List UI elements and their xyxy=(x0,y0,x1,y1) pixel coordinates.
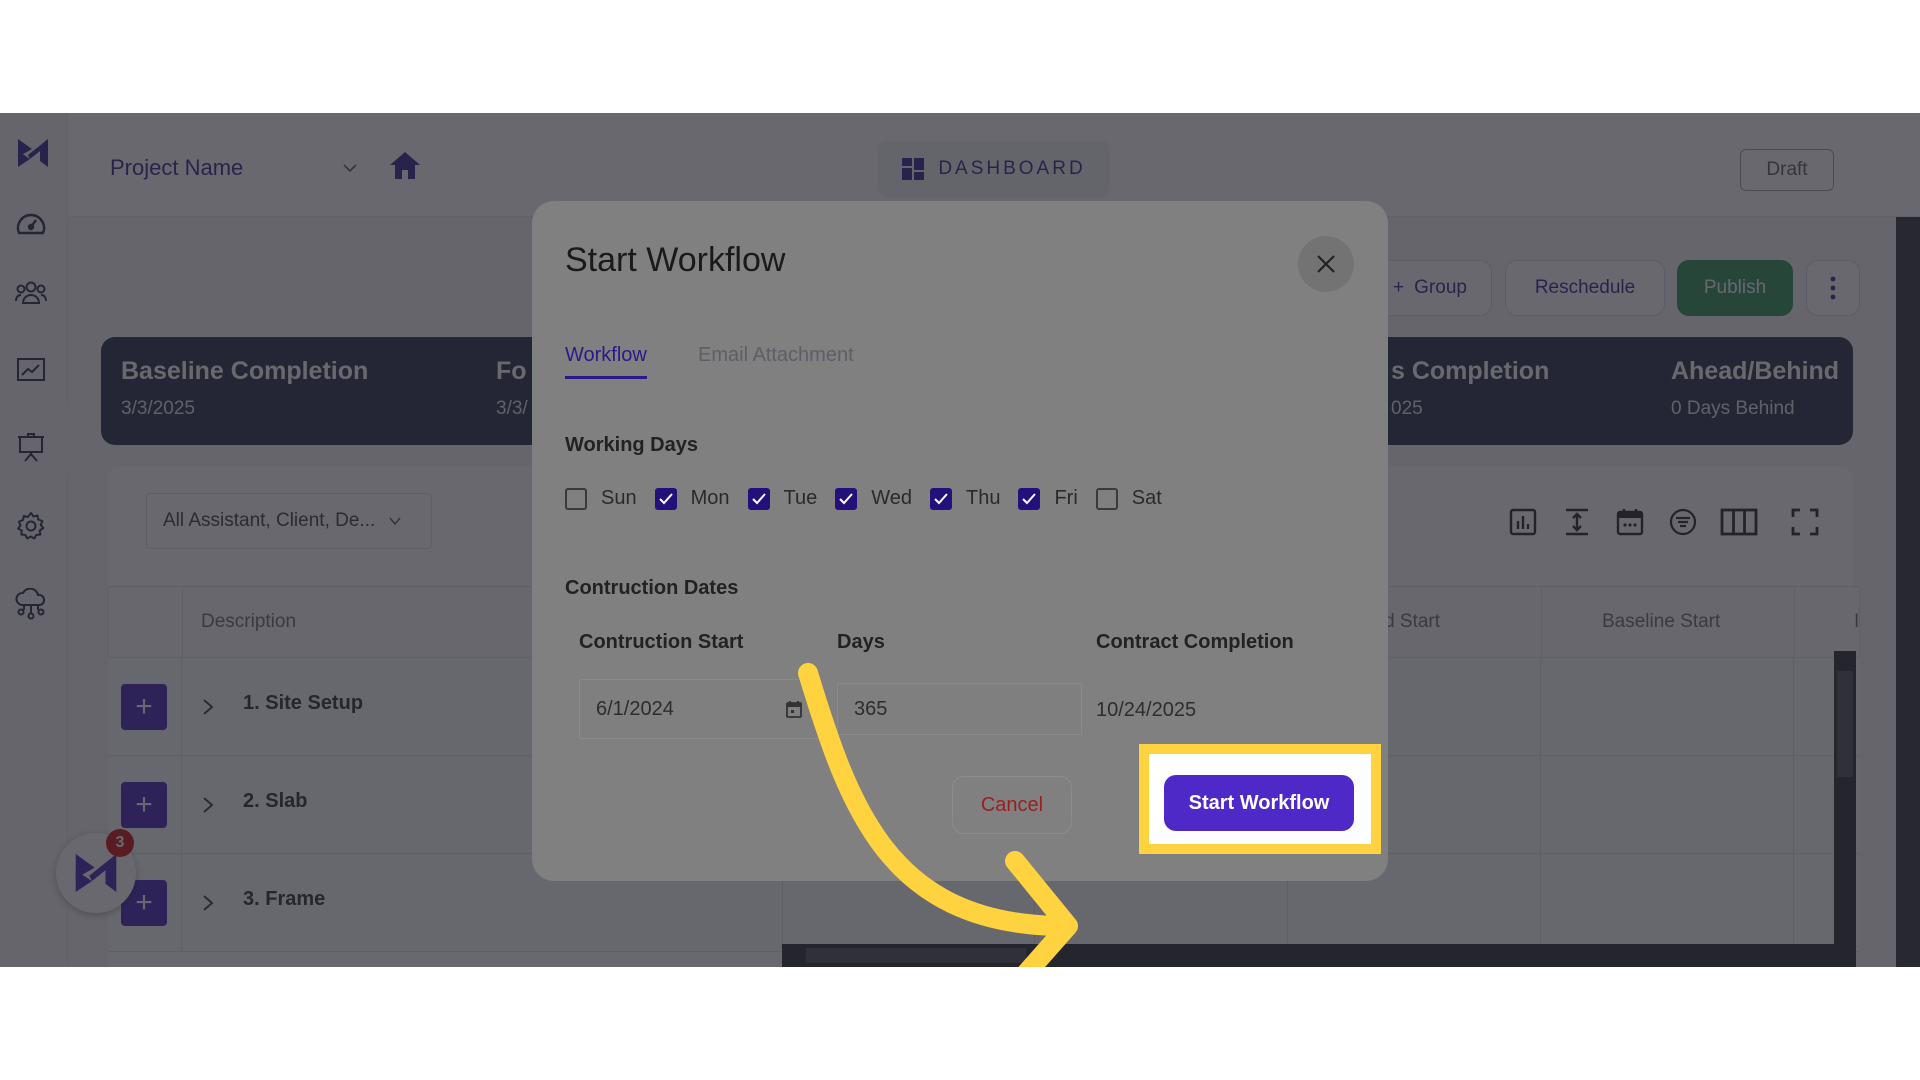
day-checkbox-wed[interactable]: Wed xyxy=(835,487,912,510)
close-button[interactable] xyxy=(1298,236,1354,292)
contract-completion-label: Contract Completion xyxy=(1096,631,1294,653)
checkbox-checked-icon[interactable] xyxy=(1018,487,1041,510)
days-label: Days xyxy=(837,631,885,653)
day-checkbox-sat[interactable]: Sat xyxy=(1095,487,1162,510)
checkbox-checked-icon[interactable] xyxy=(654,487,677,510)
contract-completion-value: 10/24/2025 xyxy=(1096,699,1197,721)
day-checkbox-mon[interactable]: Mon xyxy=(654,487,730,510)
close-icon xyxy=(1317,255,1335,273)
checkbox-checked-icon[interactable] xyxy=(835,487,858,510)
working-days-checkboxes: Sun Mon Tue Wed Thu Fri Sat xyxy=(565,487,1180,510)
construction-start-date-input[interactable]: 6/1/2024 xyxy=(579,679,819,739)
cancel-button[interactable]: Cancel xyxy=(952,776,1072,834)
day-label: Sat xyxy=(1131,487,1162,509)
checkbox-checked-icon[interactable] xyxy=(747,487,770,510)
day-label: Thu xyxy=(966,487,1001,509)
construction-start-label: Contruction Start xyxy=(579,631,744,653)
calendar-icon[interactable] xyxy=(786,700,802,718)
day-label: Sun xyxy=(601,487,637,509)
checkbox-unchecked-icon[interactable] xyxy=(565,487,587,510)
working-days-label: Working Days xyxy=(565,434,698,456)
day-checkbox-sun[interactable]: Sun xyxy=(565,487,637,510)
app-screen: › Project Name DASHBOARD Draft +Group Re… xyxy=(0,113,1920,967)
day-label: Wed xyxy=(871,487,912,509)
days-input[interactable]: 365 xyxy=(837,683,1082,735)
day-checkbox-fri[interactable]: Fri xyxy=(1018,487,1078,510)
tab-workflow[interactable]: Workflow xyxy=(565,344,647,379)
checkbox-unchecked-icon[interactable] xyxy=(1095,487,1118,510)
day-checkbox-thu[interactable]: Thu xyxy=(930,487,1000,510)
day-label: Mon xyxy=(690,487,730,509)
day-checkbox-tue[interactable]: Tue xyxy=(747,487,818,510)
day-label: Tue xyxy=(783,487,818,509)
dialog-title: Start Workflow xyxy=(565,241,786,279)
tab-email-attachment[interactable]: Email Attachment xyxy=(698,344,854,367)
day-label: Fri xyxy=(1054,487,1078,509)
construction-dates-label: Contruction Dates xyxy=(565,577,739,599)
start-workflow-dialog: Start Workflow Workflow Email Attachment… xyxy=(532,201,1388,881)
start-workflow-button[interactable]: Start Workflow xyxy=(1164,775,1354,831)
checkbox-checked-icon[interactable] xyxy=(930,487,952,510)
